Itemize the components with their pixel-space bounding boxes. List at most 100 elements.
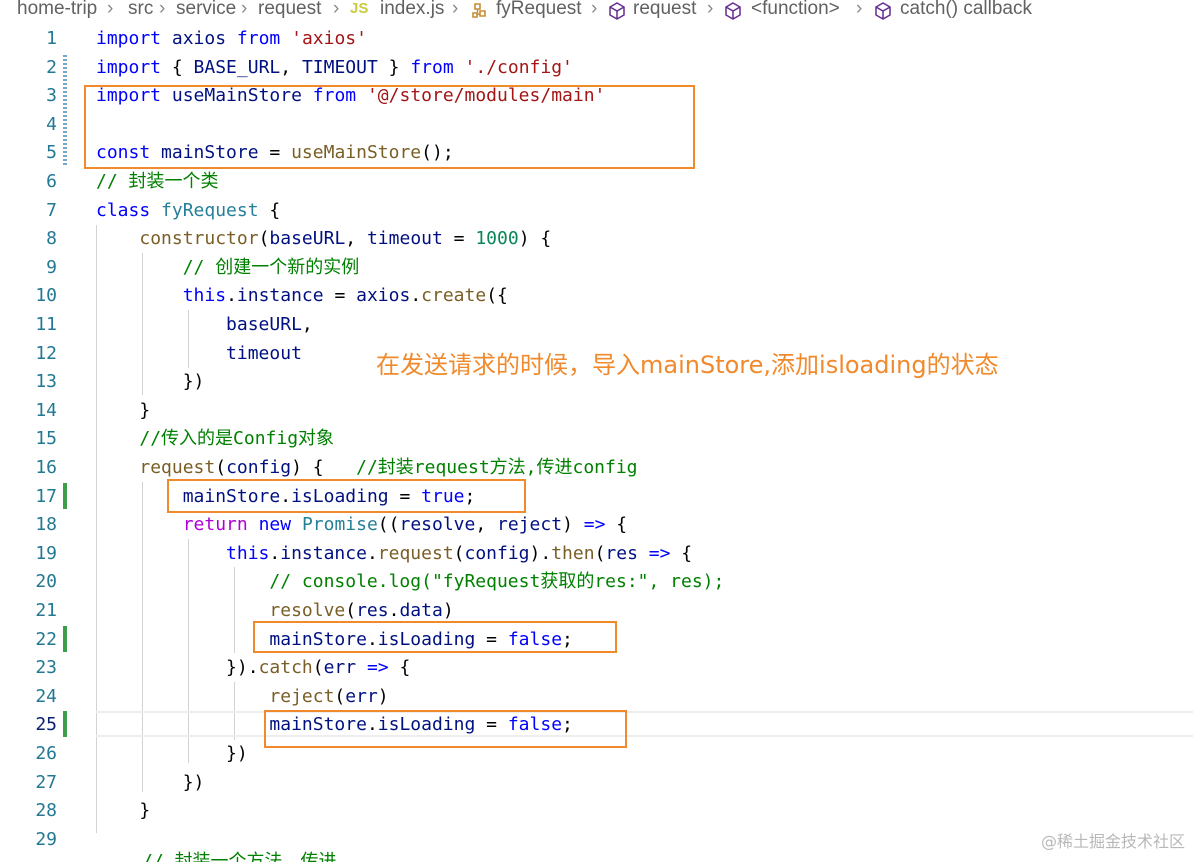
callback-symbol-icon: [875, 2, 891, 20]
code-token: instance: [280, 542, 367, 564]
code-token: (: [258, 228, 270, 250]
code-token: reject: [497, 514, 563, 536]
code-token: {: [388, 657, 411, 679]
method-symbol-icon: [609, 2, 625, 20]
code-line[interactable]: import axios from 'axios': [96, 25, 367, 54]
code-token: BASE_URL: [193, 56, 281, 78]
code-token: res: [356, 600, 389, 621]
code-token: =: [442, 228, 476, 250]
code-token: res: [605, 542, 638, 564]
watermark: @稀土掘金技术社区: [1040, 832, 1185, 851]
code-token: err: [345, 685, 378, 707]
breadcrumb-item-request[interactable]: request: [258, 0, 321, 20]
breadcrumb-item-method[interactable]: request: [633, 0, 696, 20]
line-number: 3: [46, 85, 57, 107]
code-token: request: [139, 457, 216, 478]
chevron-right-icon: ›: [707, 0, 714, 19]
line-number: 25: [35, 714, 57, 736]
breadcrumb-item-function[interactable]: <function>: [751, 0, 840, 20]
git-added-indicator[interactable]: [63, 626, 67, 652]
code-line[interactable]: // 创建一个新的实例: [96, 254, 360, 283]
line-number: 12: [35, 342, 57, 364]
code-line[interactable]: return new Promise((resolve, reject) => …: [96, 511, 627, 540]
chevron-right-icon: ›: [856, 0, 863, 19]
git-added-indicator[interactable]: [63, 483, 67, 509]
code-line[interactable]: // 封装一个类: [96, 168, 219, 197]
git-added-indicator[interactable]: [63, 711, 67, 737]
code-line[interactable]: // console.log("fyRequest获取的res:", res);: [96, 568, 724, 597]
code-token: .: [388, 600, 400, 621]
code-token: baseURL: [226, 314, 302, 335]
code-token: then: [551, 542, 595, 564]
line-number: 28: [35, 800, 57, 822]
code-line[interactable]: this.instance = axios.create({: [96, 282, 508, 311]
code-line[interactable]: import { BASE_URL, TIMEOUT } from './con…: [96, 54, 573, 83]
current-line-highlight: [96, 711, 1193, 737]
function-symbol-icon: [725, 2, 741, 20]
code-line[interactable]: timeout: [96, 340, 302, 369]
breadcrumb-item-service[interactable]: service: [176, 0, 236, 20]
code-token: }: [96, 399, 151, 421]
code-token: }).: [96, 657, 259, 679]
indent-guide: [188, 310, 189, 368]
chevron-right-icon: ›: [159, 0, 166, 19]
code-token: ) {: [518, 228, 552, 250]
code-token: resolve: [269, 600, 346, 621]
code-token: axios: [356, 285, 411, 307]
line-number: 8: [46, 228, 57, 250]
code-line[interactable]: reject(err): [96, 683, 388, 712]
code-token: ,: [301, 314, 313, 335]
line-number: 17: [35, 485, 57, 507]
breadcrumb-item-callback[interactable]: catch() callback: [900, 0, 1032, 20]
breadcrumb-item-file[interactable]: index.js: [380, 0, 444, 20]
code-line[interactable]: }): [96, 769, 205, 798]
code-token: (: [345, 600, 357, 621]
git-modified-indicator[interactable]: [63, 55, 67, 167]
line-number: 16: [35, 457, 57, 478]
line-number: 22: [35, 628, 57, 650]
code-token: }: [377, 56, 411, 78]
code-token: }): [96, 371, 205, 393]
code-line[interactable]: }).catch(err => {: [96, 654, 410, 683]
code-token: ,: [475, 514, 498, 536]
code-token: this: [226, 542, 270, 564]
code-line[interactable]: class fyRequest {: [96, 197, 280, 226]
breadcrumb-item-src[interactable]: src: [128, 0, 153, 20]
annotation-text: 在发送请求的时候，导入mainStore,添加isloading的状态: [376, 351, 999, 379]
code-token: ({: [486, 285, 508, 307]
code-line[interactable]: }): [96, 740, 248, 769]
highlight-box-loading-true: [167, 479, 526, 513]
chevron-right-icon: ›: [107, 0, 114, 19]
code-token: ,: [280, 56, 302, 78]
code-line[interactable]: }: [96, 397, 150, 426]
indent-guide: [234, 567, 235, 653]
indent-guide: [142, 253, 143, 395]
code-token: config: [464, 542, 530, 564]
code-line[interactable]: baseURL,: [96, 311, 313, 340]
code-line[interactable]: constructor(baseURL, timeout = 1000) {: [96, 225, 551, 254]
line-number: 9: [46, 256, 57, 278]
highlight-box-loading-false-catch: [264, 710, 627, 748]
code-token: ): [442, 600, 454, 621]
line-number: 29: [35, 828, 57, 850]
code-token: =>: [366, 657, 389, 679]
code-line[interactable]: }): [96, 368, 205, 397]
code-token: //传入的是Config对象: [139, 428, 335, 450]
line-number: 7: [46, 199, 57, 221]
breadcrumb-item-class[interactable]: fyRequest: [496, 0, 582, 20]
code-token: resolve: [399, 514, 476, 536]
code-line[interactable]: }: [96, 797, 150, 826]
breadcrumb-item-home-trip[interactable]: home-trip: [17, 0, 97, 20]
code-line[interactable]: this.instance.request(config).then(res =…: [96, 540, 692, 569]
code-token: (: [453, 542, 465, 564]
code-line[interactable]: //传入的是Config对象: [96, 425, 334, 454]
